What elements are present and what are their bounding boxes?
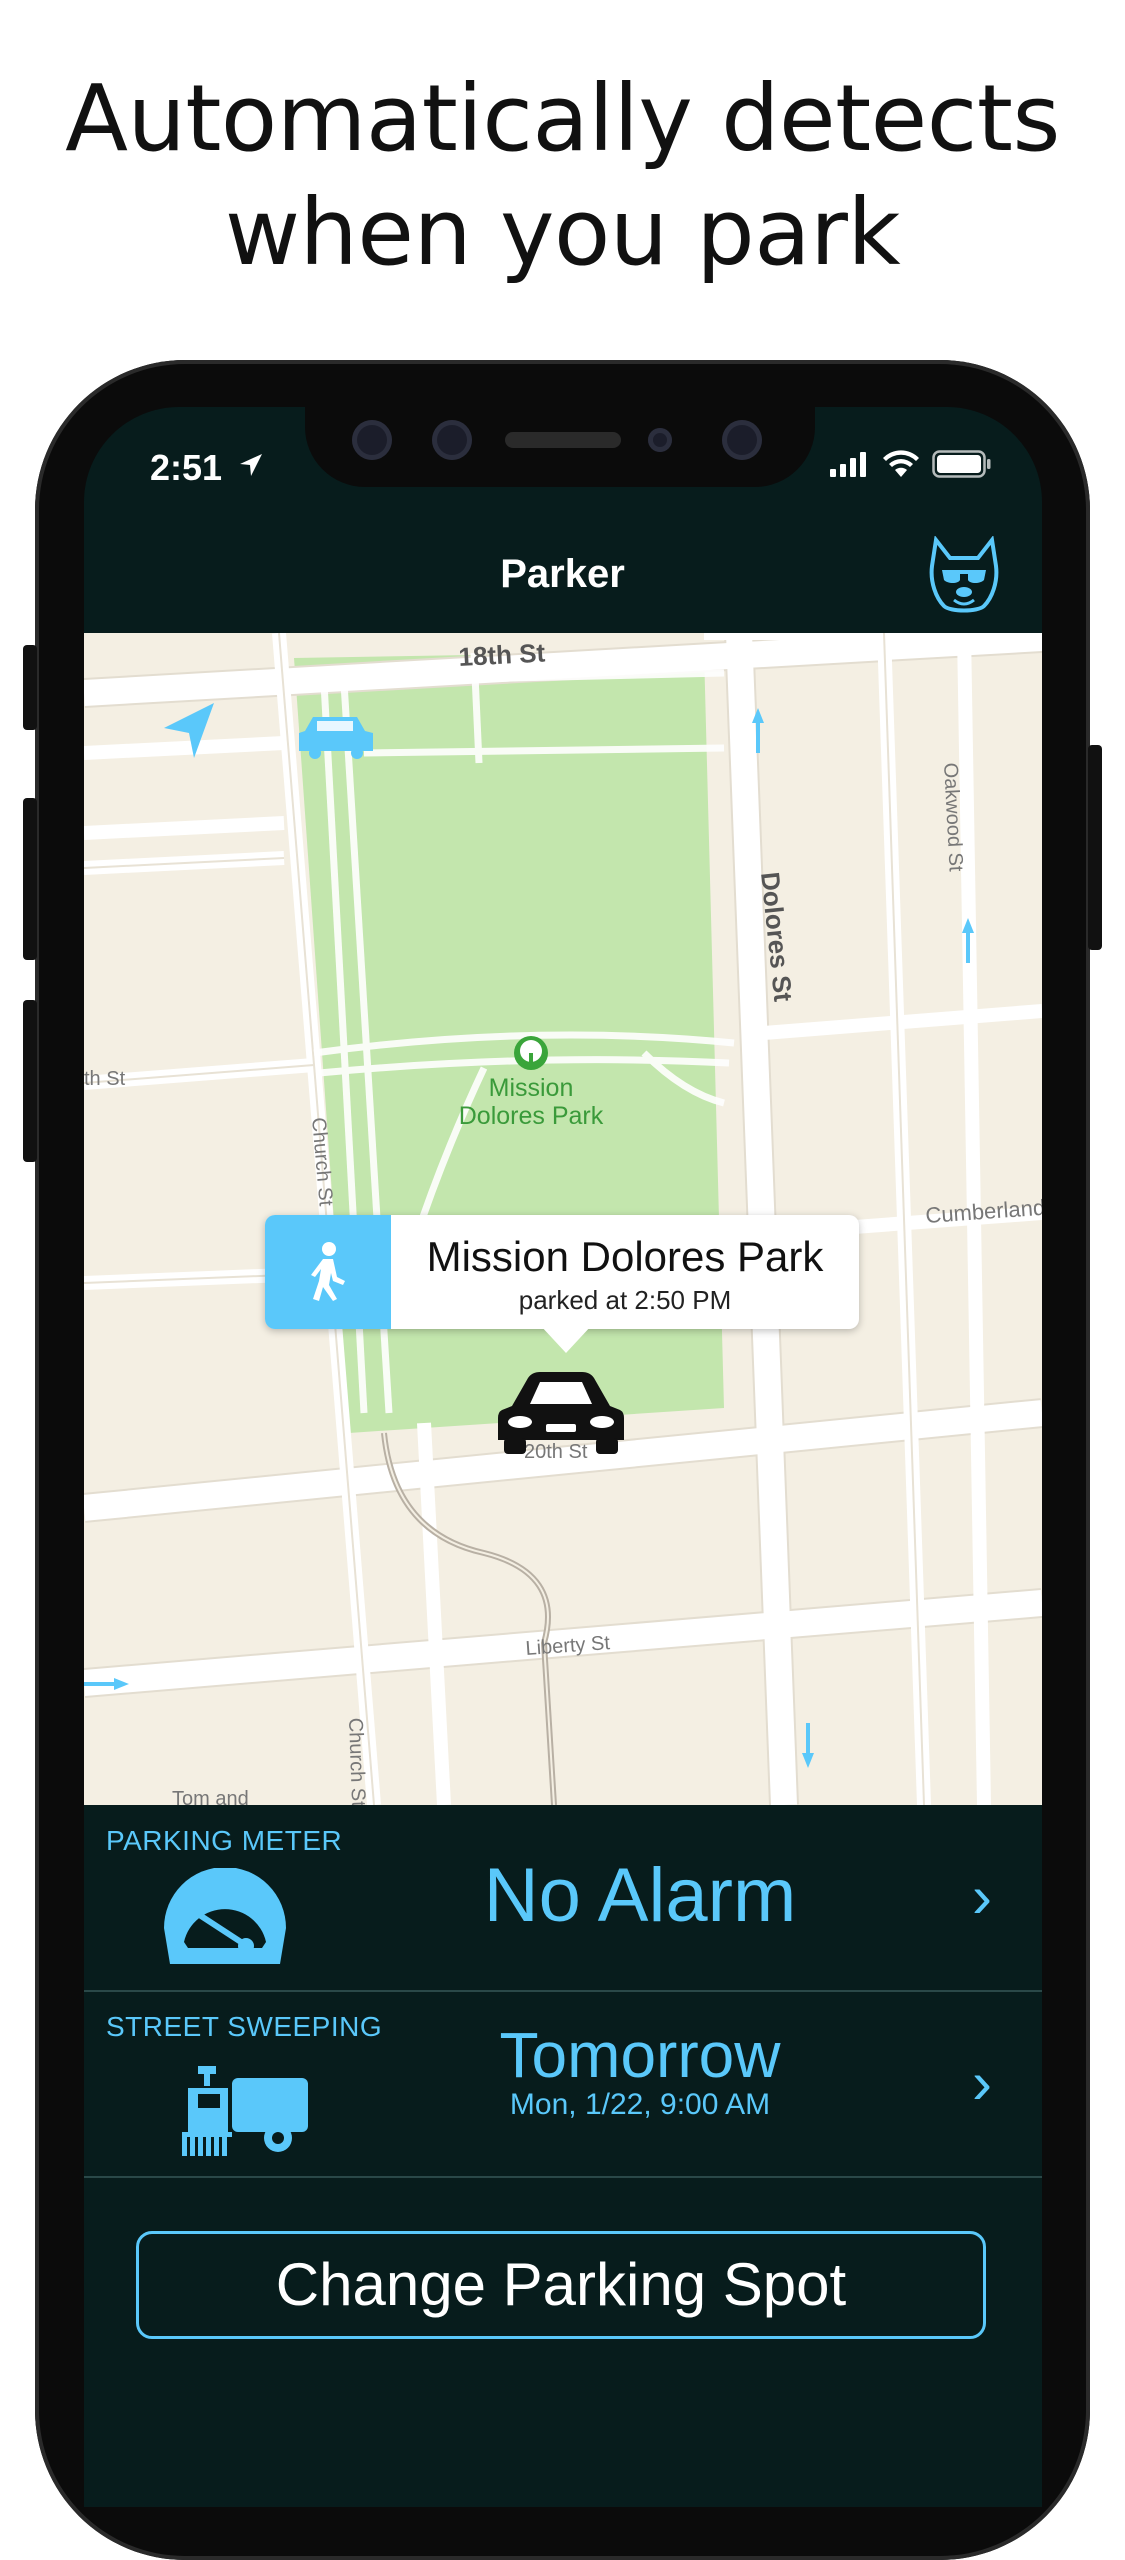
- status-time: 2:51: [150, 447, 223, 488]
- poi-label-line1: Mission: [489, 1074, 574, 1102]
- headline-line-1: Automatically detects: [65, 65, 1060, 172]
- headline-line-2: when you park: [224, 179, 901, 286]
- power-button: [1088, 745, 1102, 950]
- street-label-oakwood: Oakwood St: [939, 762, 967, 872]
- volume-down-button: [23, 1000, 37, 1162]
- volume-up-button: [23, 798, 37, 960]
- chevron-right-icon[interactable]: ›: [972, 1862, 992, 1931]
- walking-person-icon: [311, 1242, 345, 1301]
- walking-directions-button[interactable]: [265, 1215, 391, 1329]
- change-parking-spot-button[interactable]: Change Parking Spot: [136, 2231, 986, 2339]
- street-sweeper-truck-icon: [182, 2066, 308, 2156]
- street-label-church-south: Church St: [344, 1717, 369, 1805]
- park-poi-icon: [514, 1036, 548, 1070]
- front-camera-icon: [722, 420, 762, 460]
- divider: [84, 2176, 1042, 2178]
- parked-car-icon[interactable]: [498, 1368, 624, 1456]
- mute-switch: [23, 645, 37, 730]
- parking-meter-value: No Alarm: [483, 1853, 797, 1938]
- street-sweeping-label: STREET SWEEPING: [106, 2011, 383, 2042]
- sensor-icon: [352, 420, 392, 460]
- wifi-icon: [883, 450, 919, 477]
- poi-label-line2: Dolores Park: [459, 1102, 604, 1130]
- street-label-cumberland: Cumberland: [925, 1195, 1042, 1228]
- status-icons: [830, 450, 992, 478]
- street-label-liberty: Liberty St: [525, 1632, 611, 1660]
- promo-headline: Automatically detects when you park: [0, 62, 1125, 290]
- poi-label-tom-and: Tom and: [172, 1788, 249, 1805]
- callout-subtitle: parked at 2:50 PM: [518, 1285, 732, 1315]
- parking-meter-gauge-icon: [164, 1868, 286, 1964]
- street-label-partial: th St: [84, 1068, 126, 1090]
- street-label-18th: 18th St: [458, 637, 546, 672]
- chevron-right-icon[interactable]: ›: [972, 2048, 992, 2117]
- callout-pointer: [540, 1325, 592, 1353]
- street-sweeping-detail: Mon, 1/22, 9:00 AM: [509, 2088, 771, 2121]
- bulldog-icon[interactable]: [928, 536, 1000, 616]
- callout-title: Mission Dolores Park: [426, 1233, 824, 1280]
- cellular-signal-icon: [830, 452, 866, 477]
- parking-meter-label: PARKING METER: [106, 1825, 343, 1856]
- sensor-icon: [432, 420, 472, 460]
- parked-location-callout[interactable]: Mission Dolores Park parked at 2:50 PM: [265, 1215, 859, 1329]
- battery-icon: [932, 450, 991, 478]
- speaker-grille: [505, 432, 621, 448]
- street-sweeping-value: Tomorrow: [499, 2019, 781, 2091]
- location-arrow-icon: [240, 454, 262, 476]
- proximity-sensor-icon: [648, 428, 672, 452]
